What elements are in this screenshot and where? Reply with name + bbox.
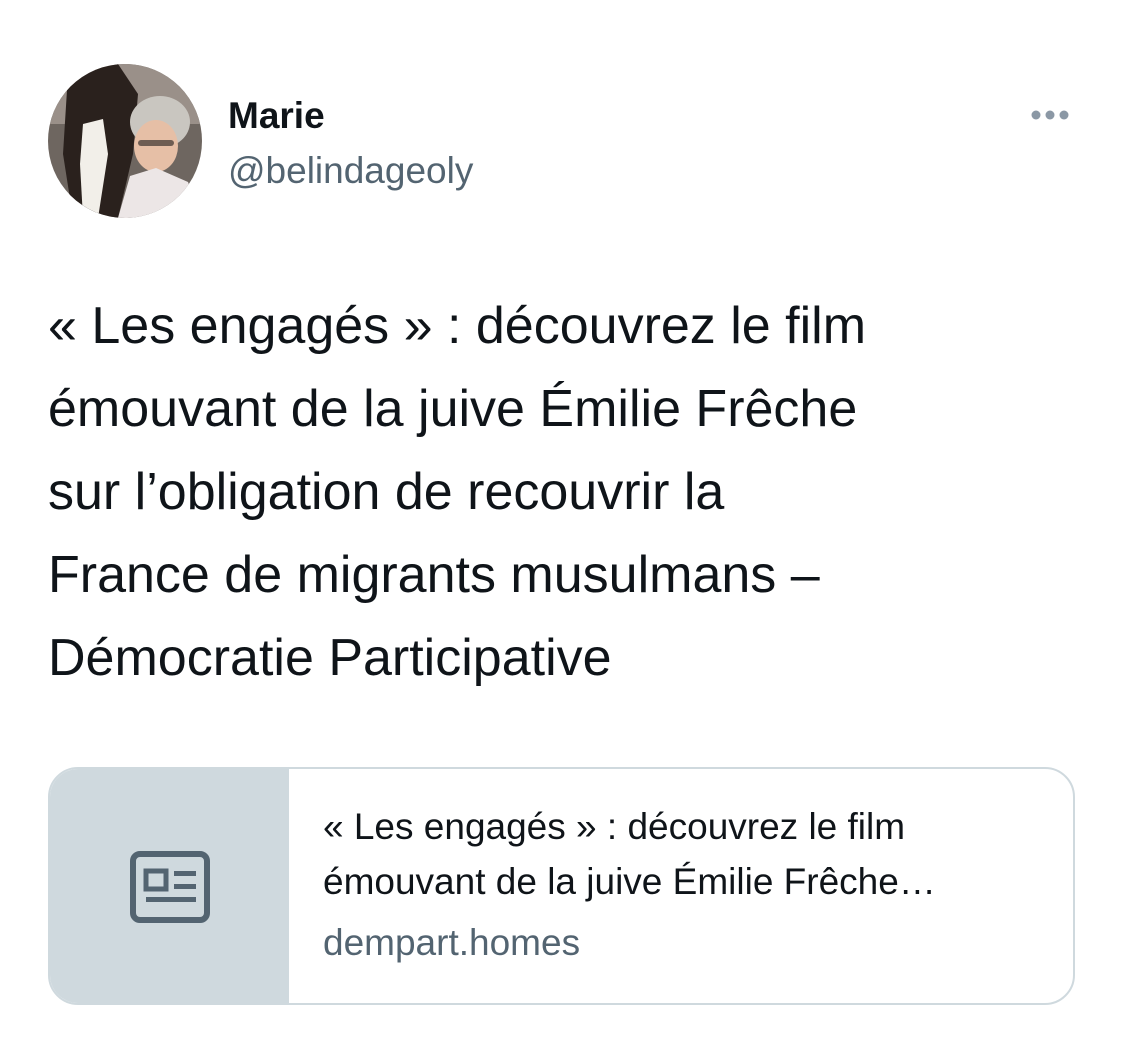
card-thumbnail bbox=[50, 769, 289, 1003]
more-options-icon bbox=[1031, 110, 1069, 120]
card-domain: dempart.homes bbox=[323, 922, 581, 963]
avatar[interactable] bbox=[48, 64, 202, 218]
more-options-button[interactable] bbox=[1024, 98, 1076, 132]
tweet-text: « Les engagés » : découvrez le film émou… bbox=[48, 297, 867, 687]
card-title: « Les engagés » : découvrez le film émou… bbox=[323, 806, 936, 902]
card-body: « Les engagés » : découvrez le film émou… bbox=[323, 799, 1043, 967]
article-icon bbox=[130, 851, 210, 923]
author-handle[interactable]: @belindageoly bbox=[228, 147, 473, 195]
avatar-photo bbox=[48, 64, 202, 218]
author-name[interactable]: Marie bbox=[228, 92, 325, 140]
tweet: Marie @belindageoly « Les engagés » : dé… bbox=[0, 0, 1125, 1049]
link-card[interactable]: « Les engagés » : découvrez le film émou… bbox=[48, 767, 1075, 1005]
